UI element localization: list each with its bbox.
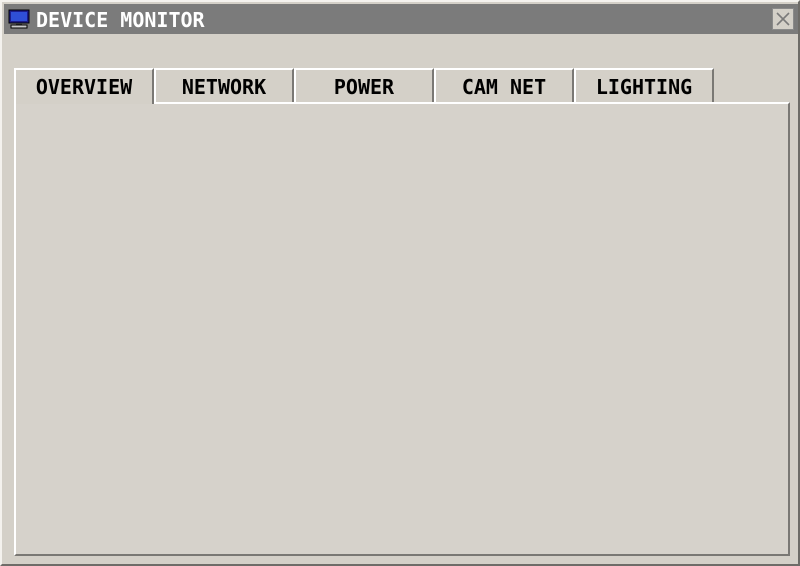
title-bar[interactable]: DEVICE MONITOR [4, 4, 798, 34]
tab-power[interactable]: POWER [294, 68, 434, 104]
monitor-icon [8, 9, 30, 29]
device-monitor-window: DEVICE MONITOR OVERVIEW NETWORK POWER CA… [0, 0, 800, 566]
close-icon [776, 12, 790, 26]
tab-lighting[interactable]: LIGHTING [574, 68, 714, 104]
tab-strip: OVERVIEW NETWORK POWER CAM NET LIGHTING [14, 68, 714, 104]
tab-overview[interactable]: OVERVIEW [14, 68, 154, 104]
close-button[interactable] [772, 8, 794, 30]
window-title: DEVICE MONITOR [36, 8, 205, 32]
tab-cam-net[interactable]: CAM NET [434, 68, 574, 104]
tab-network[interactable]: NETWORK [154, 68, 294, 104]
tab-content-panel [14, 102, 790, 556]
